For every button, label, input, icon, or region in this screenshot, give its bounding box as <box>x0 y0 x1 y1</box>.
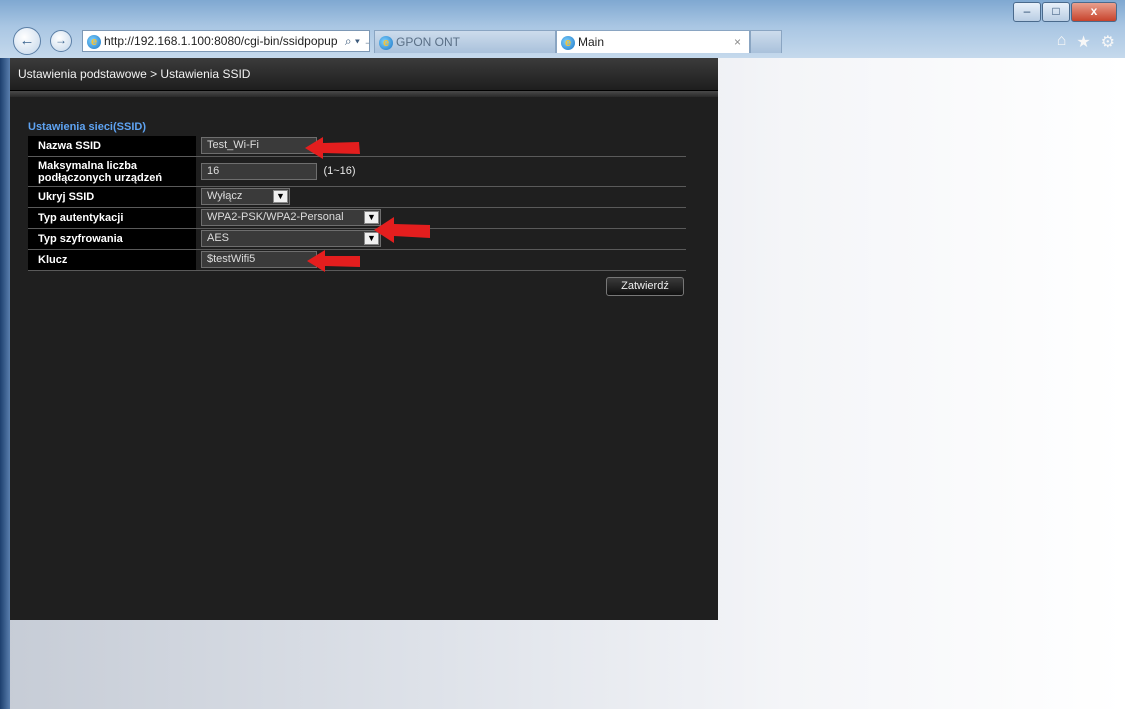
address-bar[interactable]: e http://192.168.1.100:8080/cgi-bin/ssidp… <box>82 30 370 52</box>
tab-gpon-ont[interactable]: e GPON ONT <box>374 30 556 53</box>
gear-icon[interactable]: ⚙ <box>1101 32 1115 52</box>
select-value: AES <box>207 232 230 245</box>
forward-button[interactable]: → <box>50 30 72 52</box>
form-row-max-devices: Maksymalna liczba podłączonych urządzeń … <box>28 156 686 187</box>
tab-main[interactable]: e Main × <box>556 30 750 53</box>
max-devices-range: (1~16) <box>323 165 356 178</box>
arrow-ssid-name <box>305 137 360 159</box>
close-button[interactable]: x <box>1071 2 1117 22</box>
max-devices-input[interactable]: 16 <box>201 162 317 180</box>
tab-label: Main <box>578 35 605 49</box>
header-divider <box>10 91 718 97</box>
settings-panel: Ustawienia podstawowe > Ustawienia SSID … <box>10 58 718 620</box>
form-row-encryption: Typ szyfrowania AES ▼ <box>28 228 686 250</box>
form-row-hide-ssid: Ukryj SSID Wyłącz ▼ <box>28 186 686 208</box>
key-input[interactable]: $testWifi5 <box>201 251 317 269</box>
maximize-button[interactable]: □ <box>1042 2 1070 22</box>
browser-chrome: – □ x ← → e http://192.168.1.100:8080/cgi… <box>0 0 1125 58</box>
close-tab-icon[interactable]: × <box>734 31 741 53</box>
back-button[interactable]: ← <box>13 27 41 55</box>
select-value: Wyłącz <box>207 190 243 203</box>
auth-type-select[interactable]: WPA2-PSK/WPA2-Personal ▼ <box>201 209 381 227</box>
minimize-button[interactable]: – <box>1013 2 1041 22</box>
select-value: WPA2-PSK/WPA2-Personal <box>207 211 344 224</box>
field-label: Maksymalna liczba podłączonych urządzeń <box>28 156 196 187</box>
arrow-auth-type <box>374 217 430 243</box>
window-left-edge <box>0 58 10 709</box>
browser-toolbar: ⌂ ★ ⚙ <box>1057 32 1115 52</box>
field-label: Typ autentykacji <box>28 207 196 229</box>
tab-label: GPON ONT <box>396 35 461 49</box>
star-icon[interactable]: ★ <box>1076 32 1090 52</box>
ie-tab-icon: e <box>379 35 393 50</box>
window-controls: – □ x <box>1012 2 1117 22</box>
hide-ssid-select[interactable]: Wyłącz ▼ <box>201 188 290 206</box>
new-tab-button[interactable] <box>750 30 782 53</box>
field-label: Ukryj SSID <box>28 186 196 208</box>
breadcrumb: Ustawienia podstawowe > Ustawienia SSID <box>10 58 718 91</box>
field-label: Klucz <box>28 249 196 271</box>
submit-button[interactable]: Zatwierdź <box>606 277 684 296</box>
field-label: Typ szyfrowania <box>28 228 196 250</box>
ssid-name-input[interactable]: Test_Wi-Fi <box>201 137 317 155</box>
ie-page-icon: e <box>87 34 101 49</box>
ie-tab-icon: e <box>561 35 575 50</box>
field-label: Nazwa SSID <box>28 136 196 157</box>
arrow-key <box>307 250 360 272</box>
encryption-select[interactable]: AES ▼ <box>201 230 381 248</box>
section-title: Ustawienia sieci(SSID) <box>28 121 146 133</box>
home-icon[interactable]: ⌂ <box>1057 32 1067 52</box>
form-row-auth-type: Typ autentykacji WPA2-PSK/WPA2-Personal … <box>28 207 686 229</box>
address-actions[interactable]: ⌕ ▾ → <box>345 34 369 48</box>
address-text: http://192.168.1.100:8080/cgi-bin/ssidpo… <box>104 34 338 48</box>
chevron-down-icon[interactable]: ▼ <box>273 190 288 204</box>
